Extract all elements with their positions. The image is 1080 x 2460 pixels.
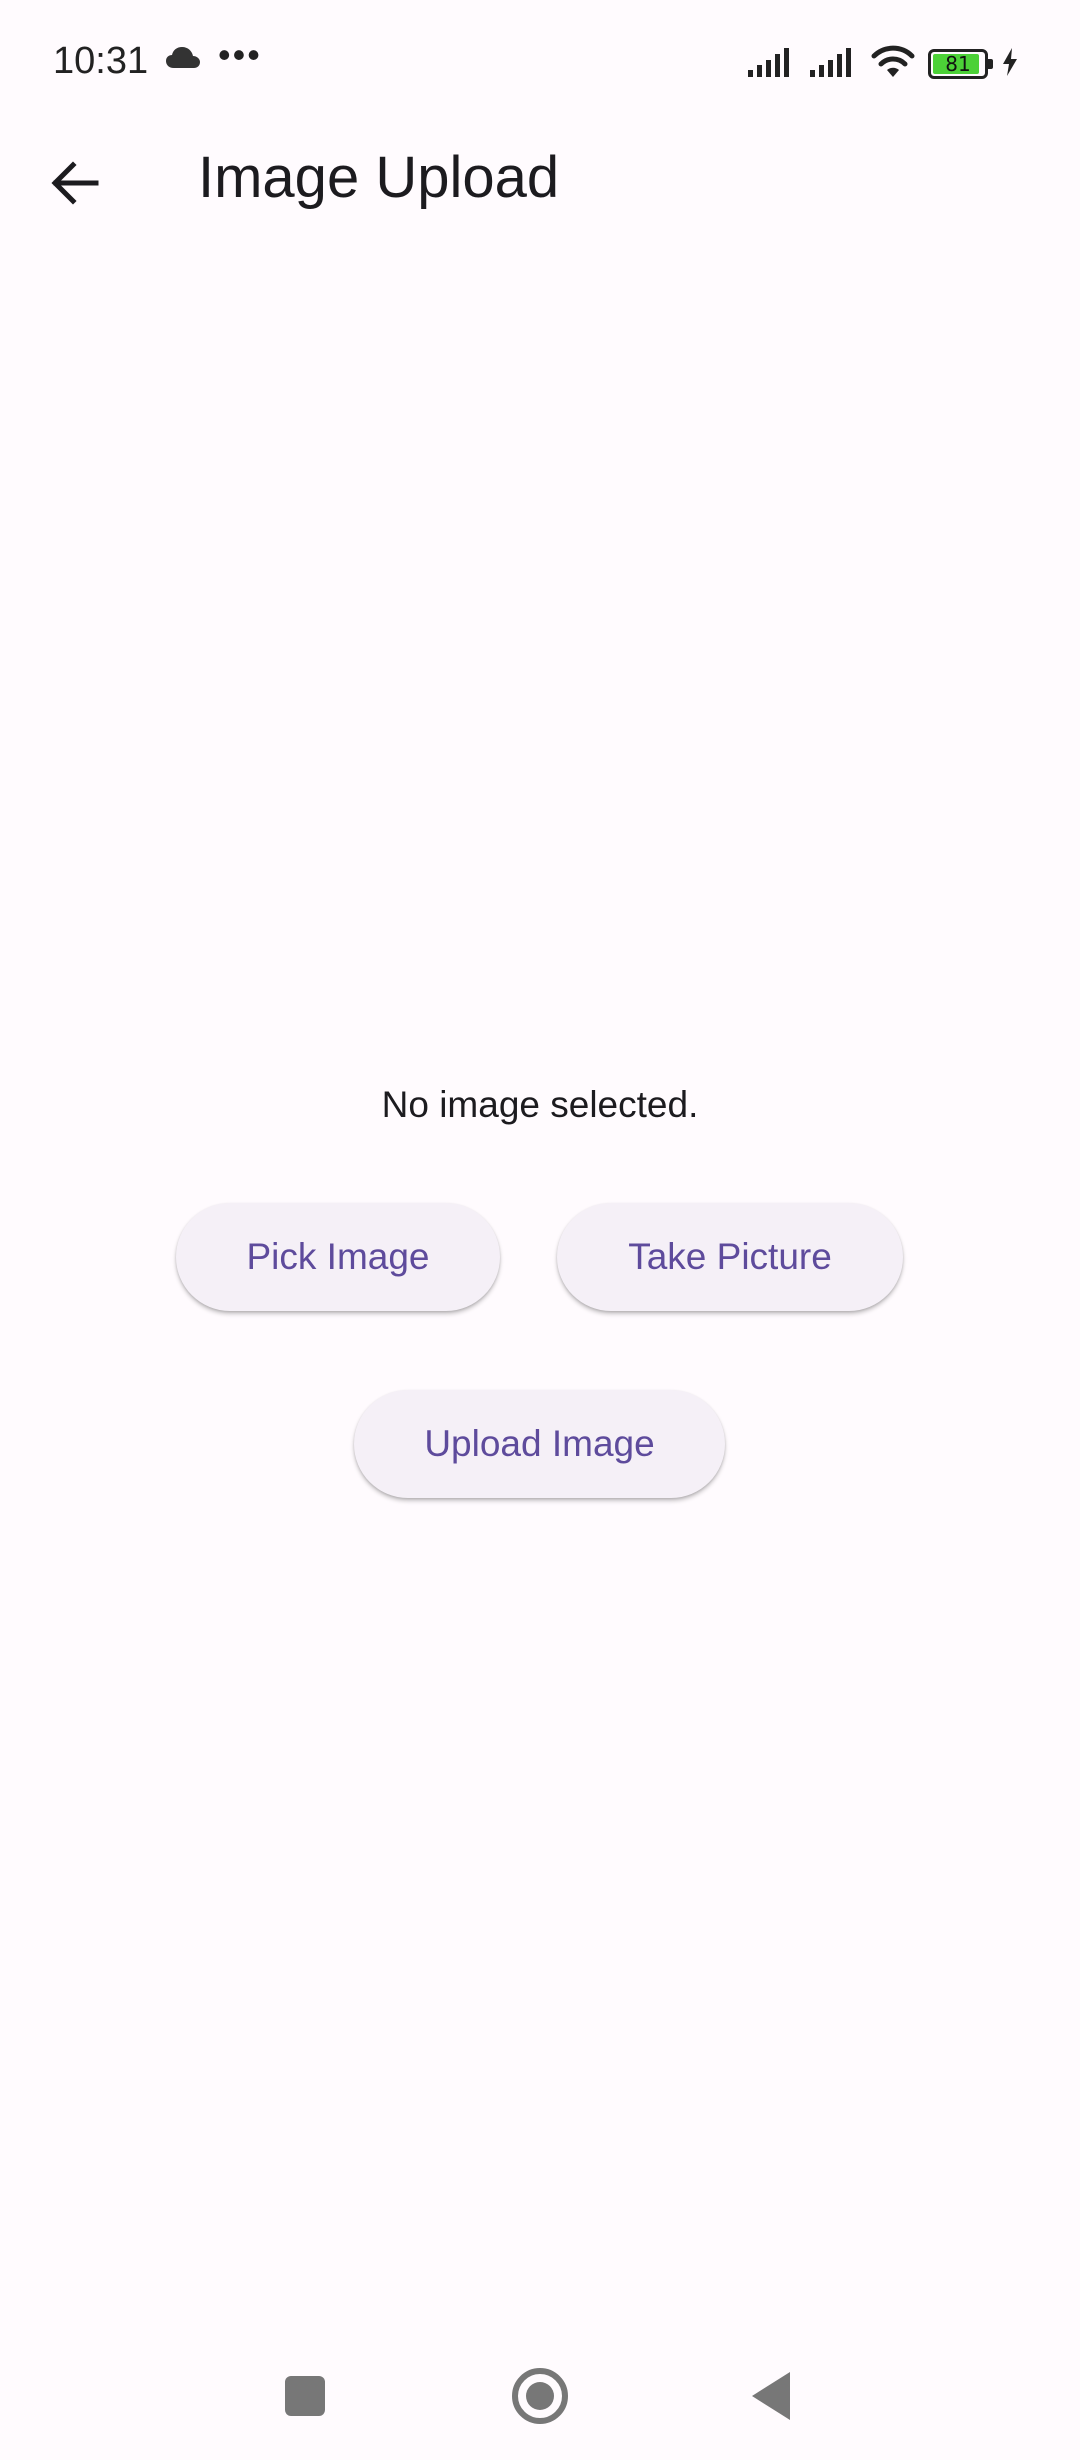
system-icons: 81 xyxy=(746,44,1020,84)
page-title: Image Upload xyxy=(198,145,560,210)
status-time: 10:31 xyxy=(53,40,149,82)
battery-level: 81 xyxy=(945,52,971,76)
more-dots-icon: ••• xyxy=(218,34,262,75)
charging-icon xyxy=(1000,47,1020,82)
back-button[interactable] xyxy=(40,150,110,220)
app-bar: Image Upload xyxy=(0,130,1080,230)
pick-image-button[interactable]: Pick Image xyxy=(176,1203,500,1311)
wifi-icon xyxy=(870,45,916,84)
upload-image-button[interactable]: Upload Image xyxy=(354,1390,725,1498)
no-image-message: No image selected. xyxy=(381,1084,699,1125)
arrow-left-icon xyxy=(50,160,100,211)
signal-icon xyxy=(746,46,796,83)
signal-icon xyxy=(808,46,858,83)
back-icon[interactable] xyxy=(752,2372,790,2420)
home-icon-inner xyxy=(526,2382,554,2410)
home-icon[interactable] xyxy=(512,2368,568,2424)
recents-icon[interactable] xyxy=(285,2376,325,2416)
take-picture-button[interactable]: Take Picture xyxy=(557,1203,903,1311)
battery-icon: 81 xyxy=(928,49,993,79)
cloud-icon xyxy=(165,46,201,75)
battery-tip xyxy=(988,59,993,69)
status-bar: 10:31 ••• 81 xyxy=(0,0,1080,130)
